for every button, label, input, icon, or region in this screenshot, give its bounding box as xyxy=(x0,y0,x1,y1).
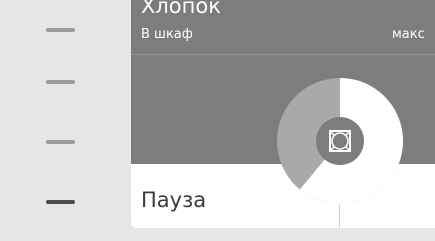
dash-icon xyxy=(46,200,75,204)
progress-dial xyxy=(277,78,403,204)
header-divider xyxy=(131,54,435,55)
sidebar-item-1[interactable] xyxy=(0,0,131,60)
dash-icon xyxy=(46,80,75,84)
sidebar xyxy=(0,0,131,241)
program-temperature: макс xyxy=(392,27,425,42)
dash-icon xyxy=(46,140,75,144)
dash-icon xyxy=(46,28,75,32)
sidebar-item-4[interactable] xyxy=(0,172,131,232)
program-subtitle: В шкаф xyxy=(141,27,193,42)
sidebar-item-3[interactable] xyxy=(0,112,131,172)
drying-square-icon xyxy=(316,117,364,165)
pause-label: Пауза xyxy=(141,188,207,212)
program-title: Хлопок xyxy=(141,0,221,18)
progress-dial-graphic xyxy=(277,78,403,204)
sidebar-item-2[interactable] xyxy=(0,52,131,112)
